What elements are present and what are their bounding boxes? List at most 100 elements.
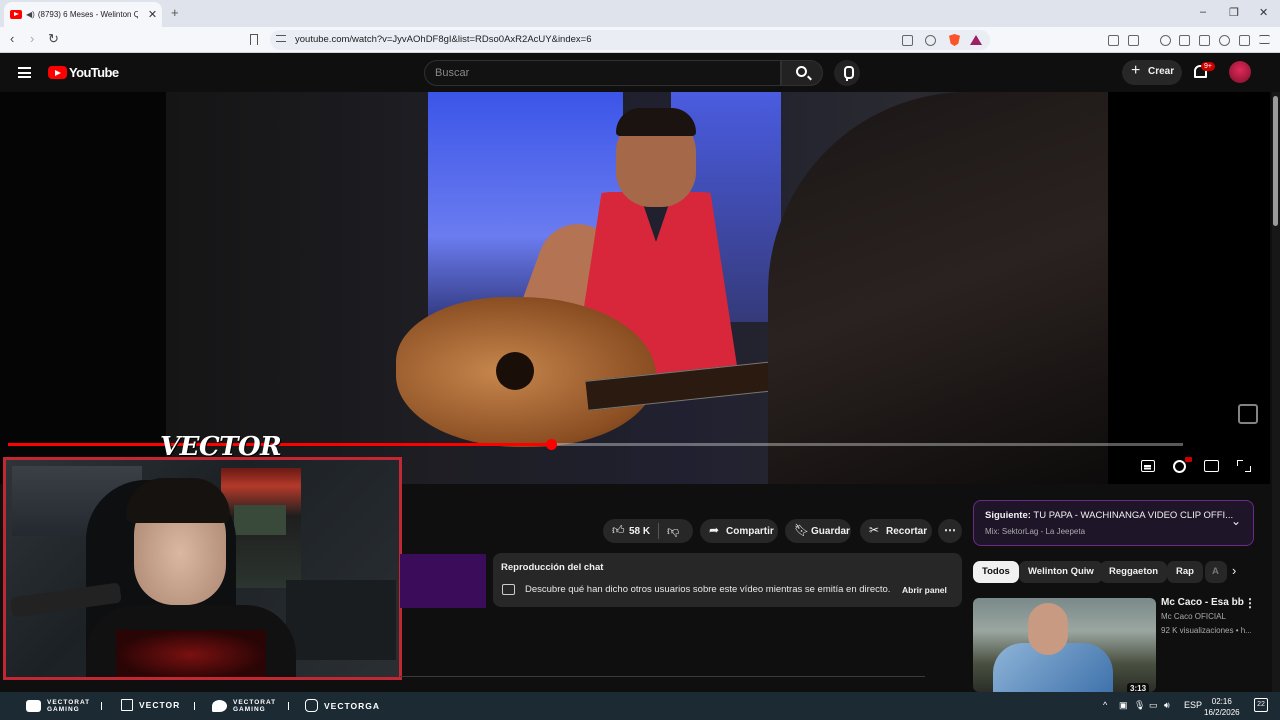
like-divider: [658, 523, 659, 539]
clock-date: 16/2/2026: [1204, 708, 1240, 717]
channel-watermark-icon[interactable]: [1238, 404, 1258, 424]
up-next-card[interactable]: Siguiente: TU PAPA - WACHINANGA VIDEO CL…: [973, 500, 1254, 546]
cam-streamer-hair: [126, 478, 230, 523]
notification-center-icon[interactable]: 22: [1254, 698, 1268, 712]
sidebar-icon[interactable]: [1179, 35, 1190, 46]
reload-icon[interactable]: ↻: [48, 31, 59, 47]
system-clock[interactable]: 02:16 16/2/2026: [1204, 696, 1240, 718]
scissors-icon: ✂: [869, 523, 880, 537]
menu-icon[interactable]: [1259, 35, 1270, 44]
theater-mode-icon[interactable]: [1204, 460, 1219, 472]
hamburger-menu-icon[interactable]: [18, 67, 31, 78]
search-input[interactable]: Buscar: [424, 60, 781, 86]
search-button[interactable]: [781, 60, 823, 86]
screenshot-icon[interactable]: [1128, 35, 1139, 46]
site-info-icon[interactable]: [276, 35, 286, 42]
chip-more[interactable]: A: [1205, 561, 1227, 583]
twitch-icon: [121, 699, 133, 711]
thumbs-down-icon[interactable]: 👎︎: [667, 524, 679, 539]
microphone-icon[interactable]: 🎙︎: [1134, 700, 1145, 711]
recommendation-thumbnail[interactable]: [973, 598, 1156, 692]
recommendation-title[interactable]: Mc Caco - Esa bb: [1161, 597, 1244, 608]
tray-chevron-icon[interactable]: ^: [1103, 700, 1107, 710]
separator: [194, 702, 195, 710]
youtube-favicon-icon: [10, 10, 22, 19]
volume-icon[interactable]: 🔊︎: [1164, 700, 1170, 711]
up-next-subtitle: Mix: SektorLag - La Jeepeta: [985, 527, 1086, 536]
chip-welinton-quiw[interactable]: Welinton Quiw: [1019, 561, 1103, 583]
restore-button[interactable]: ❐: [1229, 6, 1239, 19]
kebab-menu-icon[interactable]: ⋮: [1244, 596, 1256, 610]
video-player[interactable]: [0, 92, 1270, 484]
save-bookmark-icon: 🔖︎: [794, 523, 810, 537]
page-scrollbar[interactable]: [1272, 92, 1280, 692]
save-button[interactable]: 🔖︎ Guardar: [785, 519, 851, 543]
social-twitch: VECTOR: [121, 699, 180, 711]
share-arrow-icon: ➦: [709, 523, 720, 537]
avatar[interactable]: [1229, 61, 1251, 83]
share-button[interactable]: ➦ Compartir: [700, 519, 778, 543]
hd-badge: [1185, 457, 1192, 462]
more-actions-icon[interactable]: ⋯: [938, 519, 962, 543]
minimize-button[interactable]: –: [1200, 6, 1206, 18]
browser-tab[interactable]: ◀) (8793) 6 Meses - Welinton Qui ✕: [4, 2, 162, 27]
network-icon[interactable]: ▭: [1149, 700, 1158, 711]
save-label: Guardar: [811, 525, 850, 537]
install-app-icon[interactable]: [902, 35, 913, 46]
language-indicator[interactable]: ESP: [1184, 700, 1202, 710]
extensions-icon[interactable]: [1108, 35, 1119, 46]
vpn-icon[interactable]: [1239, 35, 1250, 46]
video-frame: [166, 92, 1108, 484]
youtube-logo-icon[interactable]: [48, 66, 67, 79]
social-line1: VECTORGA: [324, 700, 381, 711]
chat-replay-panel: Reproducción del chat Descubre qué han d…: [493, 553, 962, 607]
recommendation-channel[interactable]: Mc Caco OFICIAL: [1161, 612, 1226, 621]
fullscreen-icon[interactable]: [1237, 460, 1251, 472]
brave-rewards-icon[interactable]: [970, 35, 982, 45]
tray-app-icon[interactable]: ▣: [1119, 700, 1128, 711]
chip-rap[interactable]: Rap: [1167, 561, 1203, 583]
like-button[interactable]: 👍︎ 58 K: [603, 519, 693, 543]
media-icon[interactable]: [1160, 35, 1171, 46]
open-chat-panel-button[interactable]: Abrir panel: [897, 582, 952, 598]
forward-icon[interactable]: ›: [30, 31, 34, 46]
youtube-logo-text[interactable]: YouTube: [69, 65, 119, 80]
settings-gear-icon[interactable]: [1173, 460, 1186, 473]
address-bar[interactable]: youtube.com/watch?v=JyvAOhDF8gI&list=RDs…: [270, 30, 990, 50]
scrollbar-thumb[interactable]: [1273, 96, 1278, 226]
close-tab-icon[interactable]: ✕: [148, 8, 157, 21]
clip-button[interactable]: ✂ Recortar: [860, 519, 932, 543]
bookmark-icon[interactable]: [250, 34, 258, 45]
chevron-right-icon[interactable]: ›: [1232, 563, 1236, 578]
wallet-icon[interactable]: [1199, 35, 1210, 46]
cam-arcade-screen: [234, 505, 286, 535]
back-icon[interactable]: ‹: [10, 31, 14, 46]
youtube-icon: [26, 700, 41, 712]
social-twitter: VECTORAT GAMING: [212, 699, 276, 713]
divider: [400, 676, 925, 677]
guitar-soundhole: [496, 352, 534, 390]
chat-replay-description: Descubre qué han dicho otros usuarios so…: [525, 584, 891, 595]
social-line1: VECTORAT: [233, 699, 277, 706]
new-tab-button[interactable]: +: [171, 5, 179, 20]
create-button[interactable]: + Crear: [1122, 60, 1182, 85]
share-icon[interactable]: [925, 35, 936, 46]
webcam-overlay: [3, 457, 402, 680]
plus-icon: +: [1131, 62, 1141, 79]
tab-title: (8793) 6 Meses - Welinton Qui: [37, 10, 138, 19]
guitarist-hair: [616, 108, 696, 136]
chevron-down-icon[interactable]: ⌄: [1231, 514, 1241, 528]
chip-todos[interactable]: Todos: [973, 561, 1019, 583]
subtitles-icon[interactable]: [1141, 460, 1155, 472]
share-label: Compartir: [726, 525, 774, 537]
channel-banner-thumb: [400, 554, 486, 608]
leo-ai-icon[interactable]: [1219, 35, 1230, 46]
speaker-icon[interactable]: ◀): [26, 10, 35, 19]
video-letterbox-left: [0, 92, 166, 484]
close-window-button[interactable]: ✕: [1259, 6, 1268, 19]
voice-search-icon[interactable]: [834, 60, 860, 86]
social-line1: VECTORAT: [47, 699, 91, 706]
separator: [101, 702, 102, 710]
chip-reggaeton[interactable]: Reggaeton: [1100, 561, 1168, 583]
social-youtube: VECTORAT GAMING: [26, 699, 90, 713]
